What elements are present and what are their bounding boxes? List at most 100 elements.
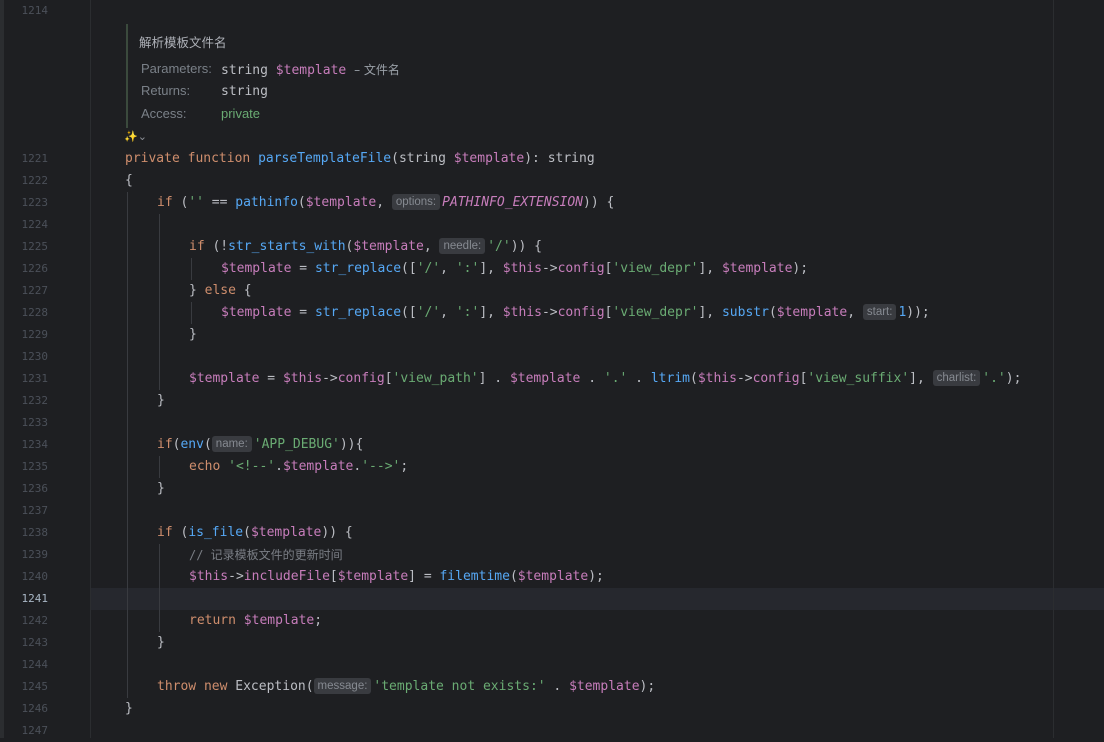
token-punct: = bbox=[259, 371, 283, 386]
line-number-gutter[interactable]: 1214 1221 1222 1223 1224 1225 1226 1227 … bbox=[4, 0, 90, 738]
token-this: $this bbox=[502, 305, 542, 320]
token-punct: == bbox=[203, 195, 236, 210]
indent-guide bbox=[191, 302, 192, 324]
token-punct: ( bbox=[172, 195, 189, 210]
line-number: 1240 bbox=[21, 570, 49, 583]
token-variable: $template bbox=[569, 679, 640, 694]
token-punct: ); bbox=[1005, 371, 1022, 386]
code-line-1232[interactable]: } bbox=[157, 390, 165, 412]
token-punct: ( bbox=[203, 437, 212, 452]
line-number: 1214 bbox=[21, 4, 49, 17]
code-line-1223[interactable]: if ('' == pathinfo($template, options: PA… bbox=[157, 192, 614, 214]
token-function: filemtime bbox=[439, 569, 510, 584]
indent-guide bbox=[159, 214, 160, 390]
token-variable: $template bbox=[189, 371, 260, 386]
code-line-1245[interactable]: throw new Exception(message:'template no… bbox=[157, 676, 655, 698]
token-string: ':' bbox=[455, 305, 480, 320]
doc-access-label: Access: bbox=[141, 106, 187, 121]
token-punct bbox=[196, 679, 204, 694]
line-number: 1246 bbox=[21, 702, 49, 715]
token-punct: ] = bbox=[408, 569, 440, 584]
doc-returns-value: string bbox=[221, 84, 268, 99]
token-this: $this bbox=[697, 371, 737, 386]
token-function: str_starts_with bbox=[228, 239, 346, 254]
line-number: 1233 bbox=[21, 416, 49, 429]
code-line-1222[interactable]: { bbox=[125, 170, 133, 192]
code-line-1240[interactable]: $this->includeFile[$template] = filemtim… bbox=[189, 566, 604, 588]
token-property: config bbox=[557, 305, 605, 320]
line-number: 1245 bbox=[21, 680, 49, 693]
line-number: 1230 bbox=[21, 350, 49, 363]
code-line-1236[interactable]: } bbox=[157, 478, 165, 500]
token-string: 'view_path' bbox=[392, 371, 479, 386]
token-punct: [ bbox=[384, 371, 393, 386]
indent-guide bbox=[127, 192, 128, 698]
code-line-1238[interactable]: if (is_file($template)) { bbox=[157, 522, 353, 544]
token-keyword: throw bbox=[157, 679, 197, 694]
token-keyword: return bbox=[189, 613, 236, 628]
token-punct: ); bbox=[639, 679, 656, 694]
token-function: env bbox=[180, 437, 204, 452]
line-number: 1238 bbox=[21, 526, 49, 539]
line-number: 1247 bbox=[21, 724, 49, 737]
code-line-1229[interactable]: } bbox=[189, 324, 197, 346]
doc-param-type: string bbox=[221, 63, 268, 78]
token-punct: = bbox=[291, 261, 315, 276]
doc-param-desc: – 文件名 bbox=[354, 63, 400, 77]
ai-assist-icon[interactable]: ✨⌄ bbox=[124, 130, 147, 143]
token-variable: $template bbox=[517, 569, 589, 584]
token-punct: ] . bbox=[478, 371, 510, 386]
token-string: '' bbox=[188, 195, 204, 210]
token-arrow: -> bbox=[541, 305, 558, 320]
doc-summary: 解析模板文件名 bbox=[139, 35, 227, 50]
token-variable: $template bbox=[509, 371, 581, 386]
inlay-hint-name: name: bbox=[211, 436, 252, 452]
current-line-highlight bbox=[91, 588, 1104, 610]
token-function: substr bbox=[721, 305, 769, 320]
code-line-1235[interactable]: echo '<!--'.$template.'-->'; bbox=[189, 456, 408, 478]
line-number: 1232 bbox=[21, 394, 49, 407]
line-number: 1242 bbox=[21, 614, 49, 627]
code-line-1228[interactable]: $template = str_replace(['/', ':'], $thi… bbox=[221, 302, 930, 324]
token-punct: ( bbox=[509, 569, 518, 584]
code-line-1246[interactable]: } bbox=[125, 698, 133, 720]
code-line-1226[interactable]: $template = str_replace(['/', ':'], $thi… bbox=[221, 258, 808, 280]
code-line-1227[interactable]: } else { bbox=[189, 280, 252, 302]
token-punct: ( bbox=[689, 371, 698, 386]
token-punct: [ bbox=[329, 569, 338, 584]
line-number: 1244 bbox=[21, 658, 49, 671]
token-this: $this bbox=[502, 261, 542, 276]
token-property: config bbox=[752, 371, 800, 386]
token-punct: ; bbox=[314, 613, 323, 628]
code-line-1243[interactable]: } bbox=[157, 632, 165, 654]
line-number: 1221 bbox=[21, 152, 49, 165]
token-variable: $template bbox=[453, 151, 525, 166]
token-punct: ], bbox=[479, 305, 503, 320]
token-punct: ( bbox=[768, 305, 777, 320]
token-punct: , bbox=[847, 305, 863, 320]
token-keyword: function bbox=[187, 151, 251, 166]
token-string: '<!--' bbox=[228, 459, 276, 474]
token-keyword: else bbox=[204, 283, 236, 298]
token-punct: ], bbox=[698, 305, 722, 320]
code-line-1221[interactable]: private function parseTemplateFile(strin… bbox=[125, 148, 595, 170]
token-punct: ); bbox=[588, 569, 604, 584]
token-punct: )) { bbox=[583, 195, 615, 210]
inlay-hint-start: start: bbox=[862, 304, 897, 320]
code-line-1234[interactable]: if(env(name: 'APP_DEBUG')){ bbox=[157, 434, 363, 456]
token-string: 'APP_DEBUG' bbox=[253, 437, 340, 452]
token-string: '/' bbox=[487, 239, 511, 254]
doc-returns-label: Returns: bbox=[141, 83, 191, 98]
code-line-1225[interactable]: if (!str_starts_with($template, needle: '… bbox=[189, 236, 542, 258]
token-this: $this bbox=[189, 569, 229, 584]
token-punct: ], bbox=[698, 261, 722, 276]
token-punct: )){ bbox=[339, 437, 364, 452]
code-line-1242[interactable]: return $template; bbox=[189, 610, 322, 632]
token-function: ltrim bbox=[650, 371, 690, 386]
code-line-1239-comment[interactable]: // 记录模板文件的更新时间 bbox=[189, 544, 343, 566]
token-keyword: new bbox=[203, 679, 228, 694]
token-string: ':' bbox=[455, 261, 480, 276]
code-line-1231[interactable]: $template = $this->config['view_path'] .… bbox=[189, 368, 1021, 390]
token-string: '/' bbox=[416, 261, 441, 276]
token-this: $this bbox=[282, 371, 323, 386]
